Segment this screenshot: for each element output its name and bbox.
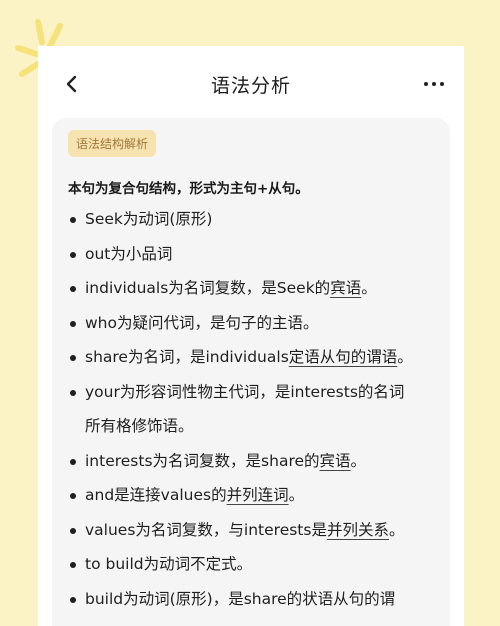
list-item: share为名词，是individuals定语从句的谓语。 <box>68 340 443 375</box>
nav-bar: 语法分析 <box>38 64 464 104</box>
chevron-left-icon <box>66 75 77 93</box>
grammar-term-link[interactable]: 宾语 <box>320 452 351 470</box>
more-dot-icon <box>440 82 444 86</box>
list-item: out为小品词 <box>68 237 443 272</box>
grammar-term-link[interactable]: 定语从句的谓语 <box>289 348 398 366</box>
sentence-summary: 本句为复合句结构，形式为主句+从句。 <box>68 181 309 197</box>
list-item: your为形容词性物主代词，是interests的名词 <box>68 375 443 410</box>
analysis-list: Seek为动词(原形) out为小品词 individuals为名词复数，是Se… <box>68 202 443 616</box>
list-item: build为动词(原形)，是share的状语从句的谓 <box>68 582 443 617</box>
list-item: individuals为名词复数，是Seek的宾语。 <box>68 271 443 306</box>
app-screen: 语法分析 语法结构解析 本句为复合句结构，形式为主句+从句。 Seek为动词(原… <box>38 46 464 626</box>
more-options-button[interactable] <box>420 70 448 98</box>
more-dot-icon <box>432 82 436 86</box>
grammar-term-link[interactable]: 并列关系 <box>327 521 389 539</box>
grammar-analysis-card: 语法结构解析 本句为复合句结构，形式为主句+从句。 Seek为动词(原形) ou… <box>52 118 450 626</box>
list-item: values为名词复数，与interests是并列关系。 <box>68 513 443 548</box>
list-item-continuation: 所有格修饰语。 <box>85 417 194 435</box>
back-button[interactable] <box>58 70 86 98</box>
list-item: who为疑问代词，是句子的主语。 <box>68 306 443 341</box>
section-tag: 语法结构解析 <box>68 130 157 157</box>
grammar-term-link[interactable]: 宾语 <box>330 279 361 297</box>
list-item: and是连接values的并列连词。 <box>68 478 443 513</box>
more-dot-icon <box>424 82 428 86</box>
list-item: to build为动词不定式。 <box>68 547 443 582</box>
grammar-term-link[interactable]: 并列连词 <box>227 486 289 504</box>
list-item: Seek为动词(原形) <box>68 202 443 237</box>
page-title: 语法分析 <box>210 74 291 97</box>
list-item: interests为名词复数，是share的宾语。 <box>68 444 443 479</box>
